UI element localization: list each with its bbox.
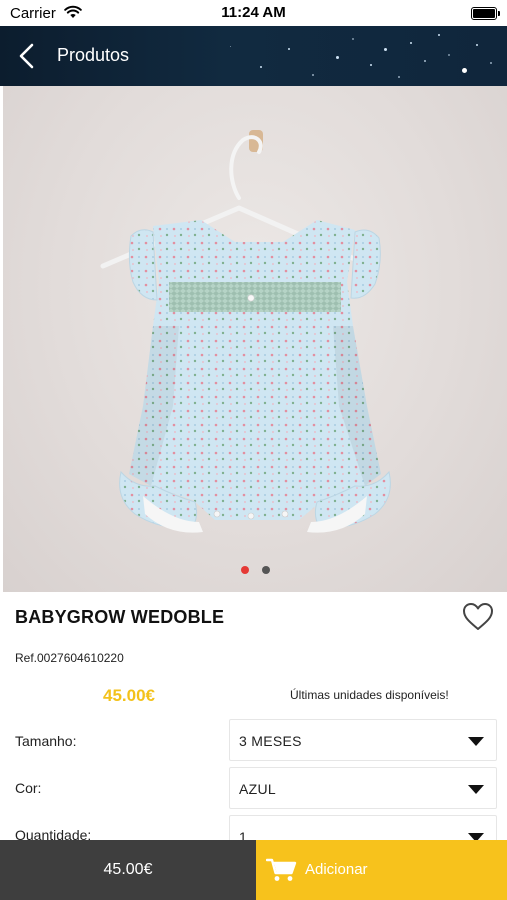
product-name: BABYGROW WEDOBLE bbox=[15, 607, 225, 627]
total-price: 45.00€ bbox=[0, 840, 256, 900]
status-bar: Carrier 11:24 AM bbox=[0, 0, 507, 26]
product-reference: Ref.0027604610220 bbox=[15, 651, 124, 665]
navigation-bar: Produtos bbox=[0, 26, 507, 86]
add-to-cart-button[interactable]: Adicionar bbox=[256, 840, 507, 900]
bottom-bar: 45.00€ Adicionar bbox=[0, 840, 507, 900]
clock: 11:24 AM bbox=[221, 4, 286, 21]
babygrow-illustration bbox=[100, 130, 391, 533]
color-label: Cor: bbox=[15, 780, 42, 796]
size-label: Tamanho: bbox=[15, 733, 77, 749]
add-to-cart-label: Adicionar bbox=[305, 861, 368, 878]
color-value: AZUL bbox=[239, 781, 276, 797]
color-select[interactable]: AZUL bbox=[229, 767, 497, 809]
pagination-dot-active[interactable] bbox=[241, 566, 249, 574]
size-value: 3 MESES bbox=[239, 733, 302, 749]
back-button[interactable] bbox=[12, 40, 44, 72]
size-select[interactable]: 3 MESES bbox=[229, 719, 497, 761]
caret-down-icon bbox=[468, 737, 484, 746]
image-pagination bbox=[0, 566, 507, 576]
product-price: 45.00€ bbox=[103, 686, 155, 705]
page-title: Produtos bbox=[57, 45, 130, 65]
availability-status: Últimas unidades disponíveis! bbox=[290, 688, 449, 702]
cart-icon bbox=[266, 858, 297, 881]
heart-icon[interactable] bbox=[461, 601, 495, 633]
pagination-dot[interactable] bbox=[262, 566, 270, 574]
battery-icon bbox=[471, 7, 500, 20]
product-image[interactable] bbox=[3, 86, 507, 592]
caret-down-icon bbox=[468, 785, 484, 794]
